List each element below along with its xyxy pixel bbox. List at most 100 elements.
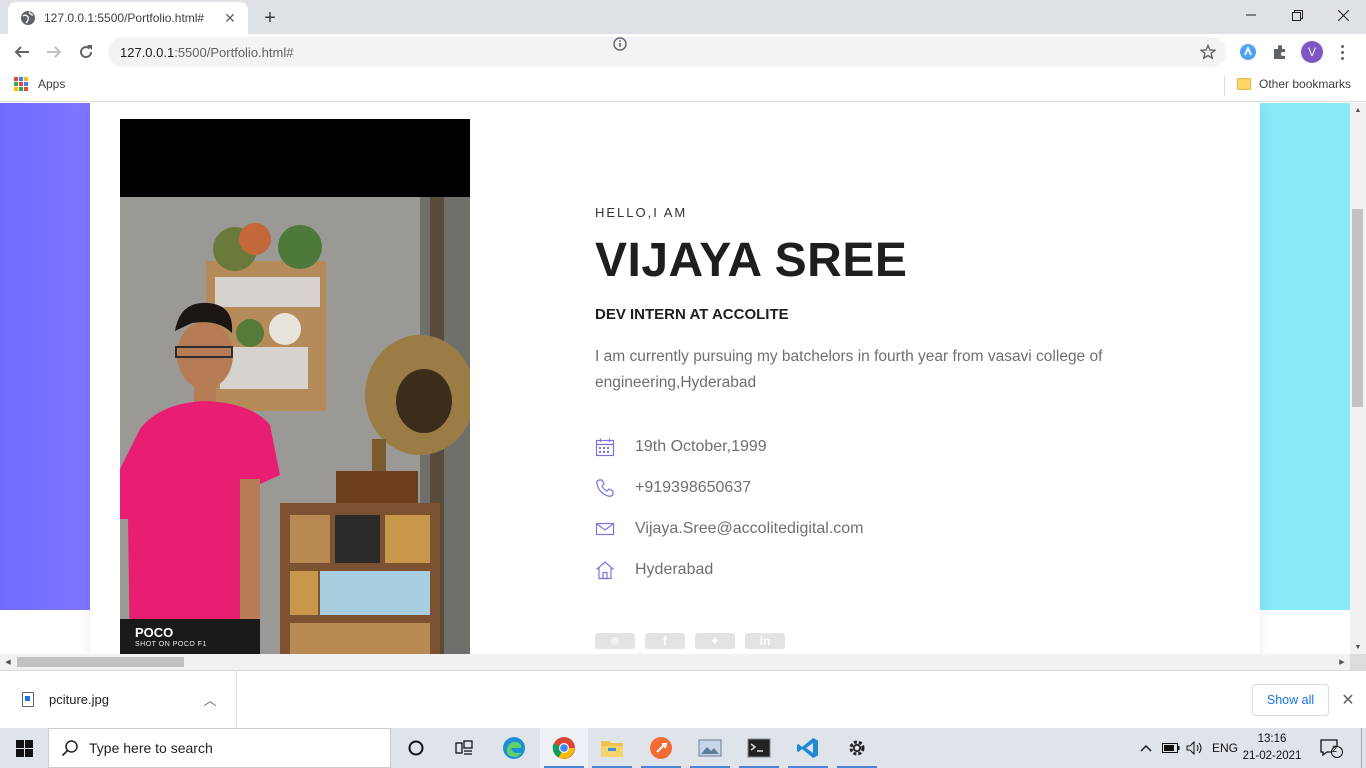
close-tab-icon[interactable]: ✕: [222, 10, 238, 26]
start-button[interactable]: [0, 728, 48, 768]
windows-logo-icon: [15, 739, 33, 757]
horizontal-scroll-thumb[interactable]: [17, 657, 184, 667]
profile-name: VIJAYA SREE: [595, 234, 908, 287]
settings-gear-icon[interactable]: [833, 728, 881, 768]
edge-browser-icon[interactable]: [490, 728, 538, 768]
extensions-puzzle-icon[interactable]: [1270, 42, 1290, 62]
bookmarks-divider: [1224, 76, 1225, 96]
close-window-button[interactable]: [1320, 0, 1366, 30]
notification-center-icon[interactable]: 2: [1316, 736, 1346, 760]
vertical-scroll-thumb[interactable]: [1352, 209, 1363, 407]
left-gradient-band: [0, 103, 90, 610]
forward-button[interactable]: [40, 38, 68, 66]
apps-grid-icon: [14, 77, 28, 91]
url-text: 127.0.0.1:5500/Portfolio.html#: [120, 44, 294, 60]
download-shelf: pciture.jpg ︿ Show all ✕: [0, 670, 1366, 728]
bookmark-star-icon[interactable]: [1200, 44, 1216, 60]
contact-phone: +919398650637: [595, 478, 751, 498]
extension-icon[interactable]: [1238, 42, 1258, 62]
scroll-right-arrow[interactable]: ▶: [1334, 654, 1350, 670]
contact-email: Vijaya.Sree@accolitedigital.com: [595, 519, 864, 539]
cortana-icon[interactable]: [392, 728, 440, 768]
photo-watermark: POCO: [135, 625, 174, 640]
bookmarks-bar: Apps Other bookmarks: [0, 70, 1366, 102]
vertical-scrollbar[interactable]: ▲ ▼: [1350, 103, 1366, 654]
scrollbar-corner: [1350, 654, 1366, 670]
calendar-icon: [595, 437, 615, 457]
volume-icon[interactable]: [1186, 728, 1204, 768]
location-text: Hyderabad: [635, 561, 714, 578]
taskbar-search[interactable]: Type here to search: [48, 728, 391, 768]
system-clock[interactable]: 13:16 21-02-2021: [1240, 731, 1304, 765]
forward-arrow-icon: [47, 46, 62, 58]
search-icon: [61, 739, 79, 757]
image-viewer-icon[interactable]: [686, 728, 734, 768]
profile-photo: POCO SHOT ON POCO F1: [120, 119, 470, 654]
greeting-text: HELLO,I AM: [595, 205, 688, 220]
battery-icon[interactable]: [1162, 728, 1180, 768]
image-file-icon: [22, 692, 34, 707]
search-placeholder: Type here to search: [89, 740, 213, 756]
profile-role: DEV INTERN AT ACCOLITE: [595, 306, 789, 323]
twitter-icon[interactable]: ✦: [695, 633, 735, 649]
language-indicator[interactable]: ENG: [1212, 728, 1238, 768]
apps-label: Apps: [38, 77, 66, 91]
linkedin-icon[interactable]: in: [745, 633, 785, 649]
back-button[interactable]: [8, 38, 36, 66]
download-file-name: pciture.jpg: [49, 692, 109, 707]
tab-title: 127.0.0.1:5500/Portfolio.html#: [44, 11, 205, 25]
mail-icon: [595, 519, 615, 539]
site-info-icon[interactable]: [613, 37, 627, 51]
show-desktop-button[interactable]: [1361, 728, 1366, 768]
apps-bookmark[interactable]: Apps: [14, 77, 65, 91]
chevron-up-icon[interactable]: ︿: [196, 690, 224, 709]
home-icon: [595, 560, 615, 580]
minimize-button[interactable]: [1228, 0, 1274, 30]
clock-date: 21-02-2021: [1242, 750, 1302, 762]
task-view-icon[interactable]: [440, 728, 488, 768]
profile-avatar[interactable]: V: [1301, 41, 1323, 63]
windows-taskbar: Type here to search ENG 13:16 21-02-2021: [0, 728, 1366, 768]
new-tab-button[interactable]: +: [258, 6, 282, 30]
file-explorer-icon[interactable]: [588, 728, 636, 768]
profile-bio: I am currently pursuing my batchelors in…: [595, 348, 1103, 391]
phone-text[interactable]: +919398650637: [635, 479, 751, 497]
github-icon[interactable]: ⌾: [595, 633, 635, 649]
vscode-icon[interactable]: [784, 728, 832, 768]
birthday-text: 19th October,1999: [635, 438, 767, 455]
other-bookmarks-label: Other bookmarks: [1259, 77, 1352, 91]
terminal-icon[interactable]: [735, 728, 783, 768]
folder-icon: [1237, 78, 1251, 90]
download-item[interactable]: pciture.jpg ︿: [0, 671, 237, 728]
other-bookmarks[interactable]: Other bookmarks: [1237, 77, 1351, 91]
facebook-icon[interactable]: f: [645, 633, 685, 649]
close-shelf-icon[interactable]: ✕: [1338, 690, 1358, 710]
browser-toolbar: 127.0.0.1:5500/Portfolio.html# V: [0, 34, 1366, 70]
reload-button[interactable]: [72, 38, 100, 66]
contact-birthday: 19th October,1999: [595, 437, 767, 457]
globe-icon: [20, 10, 36, 26]
profile-card: POCO SHOT ON POCO F1 HELLO,I AM VIJAYA S…: [90, 103, 1260, 654]
right-color-band: [1260, 103, 1350, 610]
scroll-up-arrow[interactable]: ▲: [1350, 103, 1366, 117]
notification-count: 2: [1332, 744, 1338, 754]
postman-icon[interactable]: [637, 728, 685, 768]
restore-button[interactable]: [1274, 0, 1320, 30]
email-text[interactable]: Vijaya.Sree@accolitedigital.com: [635, 520, 864, 538]
phone-icon: [595, 478, 615, 498]
back-arrow-icon: [14, 46, 29, 58]
photo-watermark-sub: SHOT ON POCO F1: [135, 641, 207, 648]
address-bar[interactable]: 127.0.0.1:5500/Portfolio.html#: [108, 37, 1226, 67]
contact-location: Hyderabad: [595, 560, 713, 580]
social-links: ⌾ f ✦ in: [595, 633, 785, 649]
chrome-icon[interactable]: [540, 728, 588, 768]
reload-icon: [80, 45, 93, 59]
scroll-left-arrow[interactable]: ◀: [0, 654, 16, 670]
tab-strip: 127.0.0.1:5500/Portfolio.html# ✕ +: [0, 0, 1366, 34]
browser-menu-icon[interactable]: [1334, 42, 1350, 62]
horizontal-scrollbar[interactable]: ◀ ▶: [0, 654, 1350, 670]
scroll-down-arrow[interactable]: ▼: [1350, 640, 1366, 654]
tray-overflow-icon[interactable]: [1140, 728, 1152, 768]
show-all-button[interactable]: Show all: [1252, 684, 1329, 716]
browser-tab[interactable]: 127.0.0.1:5500/Portfolio.html# ✕: [8, 2, 248, 34]
